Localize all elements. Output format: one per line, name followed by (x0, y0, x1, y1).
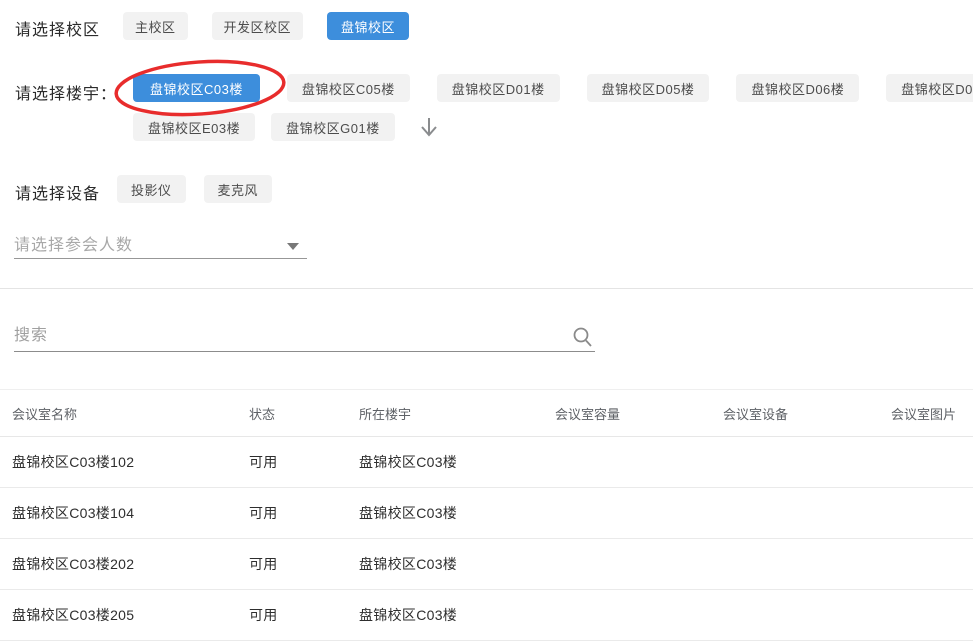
section-divider (0, 288, 973, 289)
building-filter-label: 请选择楼宇： (15, 80, 117, 104)
equipment-option-microphone[interactable]: 麦克风 (204, 175, 273, 203)
cell-status: 可用 (237, 503, 347, 523)
building-option-c05[interactable]: 盘锦校区C05楼 (287, 74, 410, 102)
table-row[interactable]: 盘锦校区C03楼205 可用 盘锦校区C03楼 (0, 590, 973, 641)
building-option-g01[interactable]: 盘锦校区G01楼 (271, 113, 395, 141)
col-header-capacity: 会议室容量 (543, 404, 711, 423)
col-header-status: 状态 (237, 404, 347, 423)
campus-filter-label: 请选择校区 (15, 16, 100, 40)
participants-select-input[interactable] (14, 233, 307, 258)
campus-option-kaifaqu[interactable]: 开发区校区 (212, 12, 304, 40)
cell-status: 可用 (237, 605, 347, 625)
building-options-row2: 盘锦校区E03楼 盘锦校区G01楼 (133, 113, 441, 141)
building-option-d07[interactable]: 盘锦校区D07楼 (886, 74, 973, 102)
cell-status: 可用 (237, 452, 347, 472)
meeting-room-table: 会议室名称 状态 所在楼宇 会议室容量 会议室设备 会议室图片 盘锦校区C03楼… (0, 389, 973, 641)
search-field[interactable] (14, 321, 595, 352)
building-option-d06[interactable]: 盘锦校区D06楼 (736, 74, 859, 102)
expand-more-buildings-down-arrow-icon[interactable] (417, 115, 441, 140)
col-header-building: 所在楼宇 (347, 404, 543, 423)
building-option-d01[interactable]: 盘锦校区D01楼 (437, 74, 560, 102)
building-option-c03-selected[interactable]: 盘锦校区C03楼 (133, 74, 260, 102)
table-header-row: 会议室名称 状态 所在楼宇 会议室容量 会议室设备 会议室图片 (0, 389, 973, 437)
building-options-row1: 盘锦校区C03楼 盘锦校区C05楼 盘锦校区D01楼 盘锦校区D05楼 盘锦校区… (133, 74, 973, 102)
cell-room-name: 盘锦校区C03楼205 (0, 605, 237, 625)
participants-select[interactable] (14, 233, 307, 259)
col-header-equipment: 会议室设备 (711, 404, 879, 423)
cell-building: 盘锦校区C03楼 (347, 452, 543, 472)
cell-room-name: 盘锦校区C03楼102 (0, 452, 237, 472)
search-icon[interactable] (571, 325, 595, 356)
table-row[interactable]: 盘锦校区C03楼102 可用 盘锦校区C03楼 (0, 437, 973, 488)
table-row[interactable]: 盘锦校区C03楼202 可用 盘锦校区C03楼 (0, 539, 973, 590)
campus-options: 主校区 开发区校区 盘锦校区 (123, 12, 409, 40)
cell-room-name: 盘锦校区C03楼202 (0, 554, 237, 574)
cell-building: 盘锦校区C03楼 (347, 503, 543, 523)
table-row[interactable]: 盘锦校区C03楼104 可用 盘锦校区C03楼 (0, 488, 973, 539)
search-input[interactable] (14, 321, 565, 351)
equipment-filter-label: 请选择设备 (15, 180, 100, 204)
cell-building: 盘锦校区C03楼 (347, 554, 543, 574)
cell-status: 可用 (237, 554, 347, 574)
campus-option-main[interactable]: 主校区 (123, 12, 188, 40)
meeting-room-filter-page: 请选择校区 主校区 开发区校区 盘锦校区 请选择楼宇： 盘锦校区C03楼 盘锦校… (0, 0, 973, 643)
caret-down-icon (287, 243, 299, 250)
building-option-e03[interactable]: 盘锦校区E03楼 (133, 113, 255, 141)
equipment-options: 投影仪 麦克风 (117, 175, 272, 203)
cell-room-name: 盘锦校区C03楼104 (0, 503, 237, 523)
campus-option-panjin-selected[interactable]: 盘锦校区 (327, 12, 409, 40)
col-header-picture: 会议室图片 (879, 404, 973, 423)
equipment-option-projector[interactable]: 投影仪 (117, 175, 186, 203)
building-option-d05[interactable]: 盘锦校区D05楼 (587, 74, 710, 102)
cell-building: 盘锦校区C03楼 (347, 605, 543, 625)
col-header-room-name: 会议室名称 (0, 404, 237, 423)
